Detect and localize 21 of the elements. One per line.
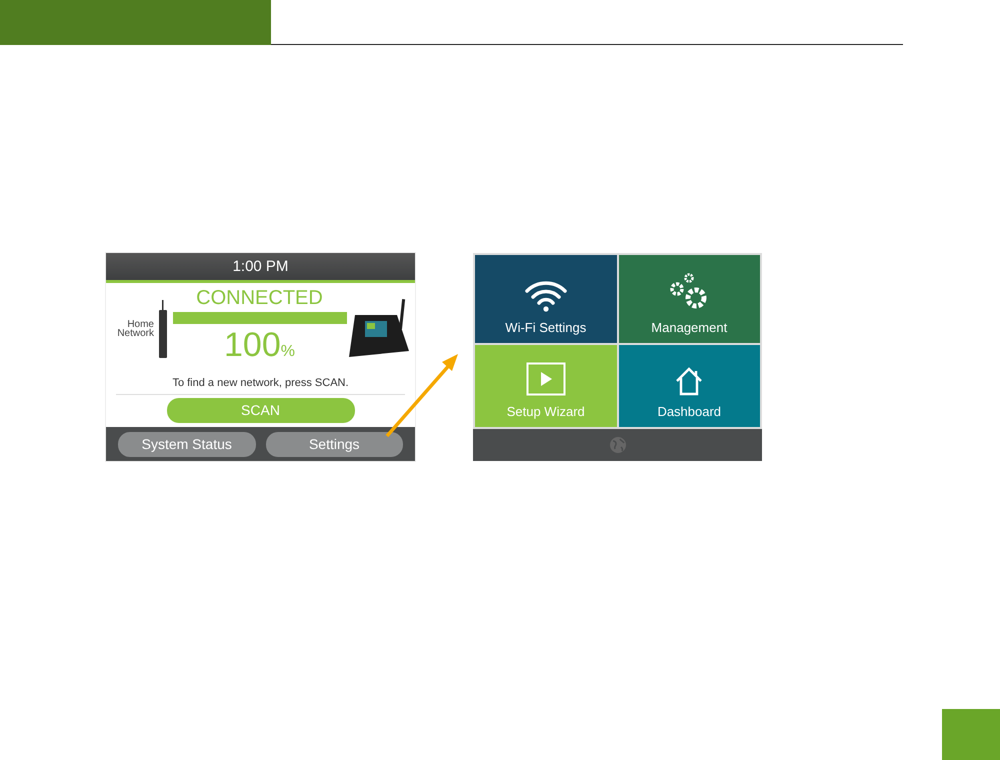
network-label: Home Network	[116, 320, 154, 338]
menu-tile[interactable]: Setup Wizard	[475, 345, 616, 427]
menu-button[interactable]: System Status	[118, 432, 256, 456]
menu-tile[interactable]: Dashboard	[618, 345, 760, 427]
home-icon	[674, 366, 704, 396]
percent-reading: 100%	[224, 328, 295, 366]
extender-drawing	[158, 300, 168, 358]
scan-button[interactable]: SCAN	[166, 398, 354, 423]
menu-button[interactable]: Settings	[266, 432, 403, 456]
clock-bar: 1:00 PM	[106, 253, 415, 283]
tile-label: Management	[651, 318, 728, 337]
instruction-text: To find a new network, press SCAN.	[116, 374, 405, 395]
tile-label: Setup Wizard	[506, 402, 585, 421]
play-icon	[526, 362, 566, 396]
menu-tile[interactable]: Wi-Fi Settings	[475, 255, 616, 343]
status-text: CONNECTED	[196, 288, 323, 308]
router-drawing	[347, 298, 411, 359]
globe-icon	[608, 436, 626, 454]
menu-tile[interactable]: Management	[618, 255, 760, 343]
tile-label: Wi-Fi Settings	[505, 318, 586, 337]
tile-label: Dashboard	[657, 402, 722, 420]
